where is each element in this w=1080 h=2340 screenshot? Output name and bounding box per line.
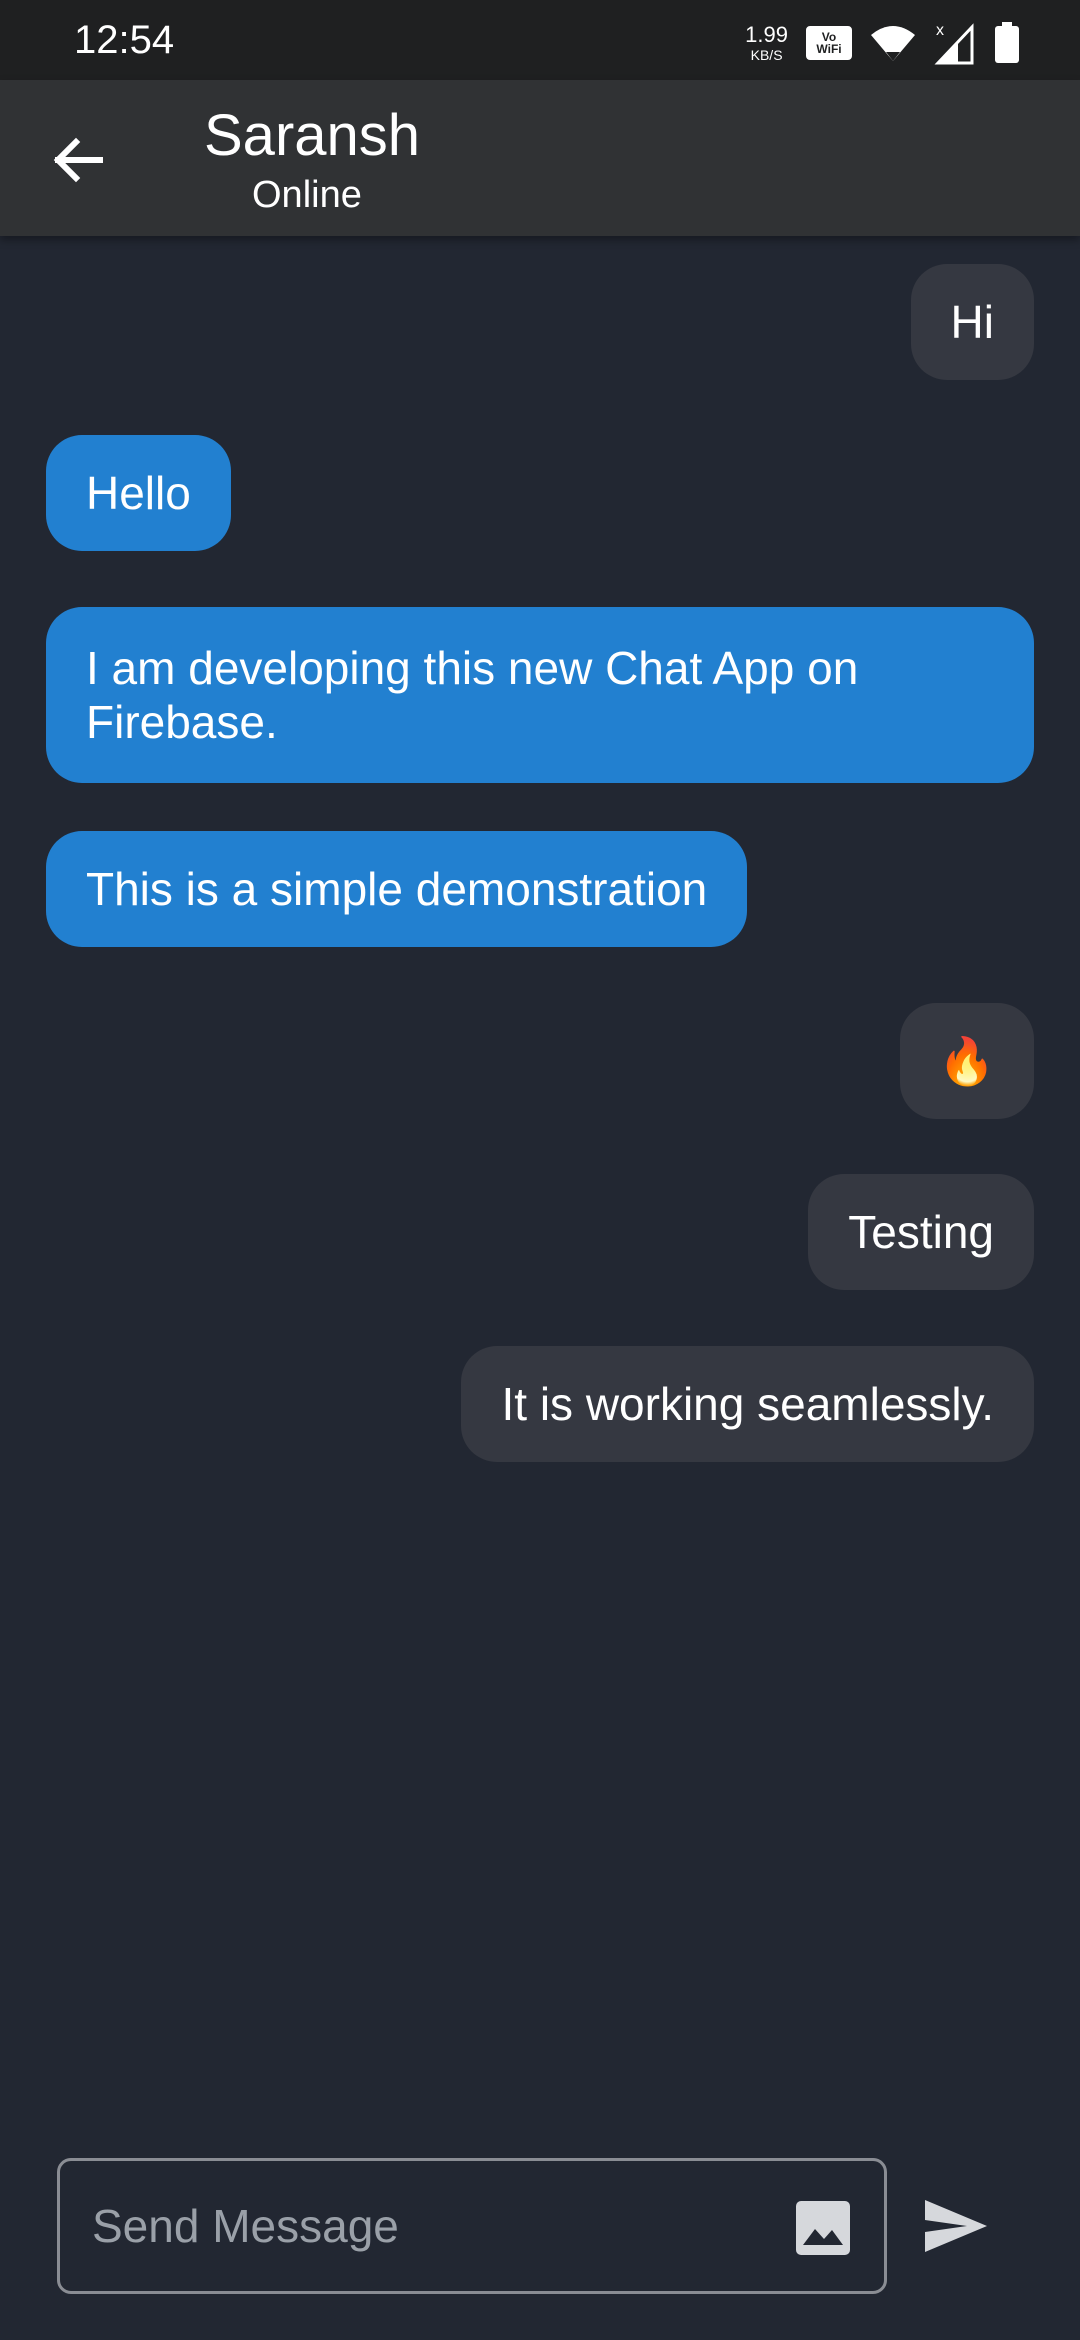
vowifi-icon: Vo WiFi: [806, 26, 852, 60]
message-text: This is a simple demonstration: [86, 863, 708, 915]
message-input[interactable]: Send Message: [57, 2158, 887, 2294]
status-icons: 1.99 KB/S Vo WiFi x: [745, 20, 1020, 66]
arrow-left-icon: [53, 137, 103, 183]
message-bubble: I am developing this new Chat App on Fir…: [46, 607, 1034, 783]
message-input-placeholder: Send Message: [92, 2200, 399, 2252]
app-bar: Saransh Online: [0, 80, 1080, 236]
battery-icon: [995, 22, 1019, 63]
message-text: It is working seamlessly.: [501, 1378, 994, 1430]
message-text: Testing: [848, 1206, 994, 1258]
message-bubble: 🔥: [900, 1003, 1034, 1119]
message-bubble: Hi: [910, 264, 1034, 380]
status-time: 12:54: [74, 18, 175, 62]
image-icon: [796, 2201, 850, 2255]
back-button[interactable]: [40, 122, 116, 198]
vowifi-bottom: WiFi: [816, 42, 842, 56]
signal-icon: x: [934, 22, 974, 65]
message-text: 🔥: [938, 1035, 996, 1087]
wifi-icon: [871, 26, 915, 61]
send-icon: [925, 2200, 987, 2252]
network-speed-value: 1.99: [745, 22, 788, 47]
message-bubble: This is a simple demonstration: [46, 831, 748, 947]
send-button[interactable]: [916, 2186, 996, 2266]
network-speed: 1.99 KB/S: [745, 22, 788, 63]
message-text: Hello: [86, 467, 191, 519]
svg-text:x: x: [936, 22, 944, 39]
network-speed-unit: KB/S: [750, 47, 783, 63]
message-list[interactable]: Hi Hello I am developing this new Chat A…: [0, 236, 1080, 2136]
status-bar: 12:54 1.99 KB/S Vo WiFi x: [0, 0, 1080, 80]
message-bubble: Testing: [808, 1174, 1034, 1290]
attach-image-button[interactable]: [796, 2201, 850, 2255]
message-text: I am developing this new Chat App on Fir…: [86, 642, 859, 748]
contact-name: Saransh: [204, 103, 421, 168]
contact-status: Online: [252, 174, 362, 216]
message-bubble: It is working seamlessly.: [461, 1346, 1034, 1462]
message-text: Hi: [950, 296, 994, 348]
message-bubble: Hello: [46, 435, 231, 551]
